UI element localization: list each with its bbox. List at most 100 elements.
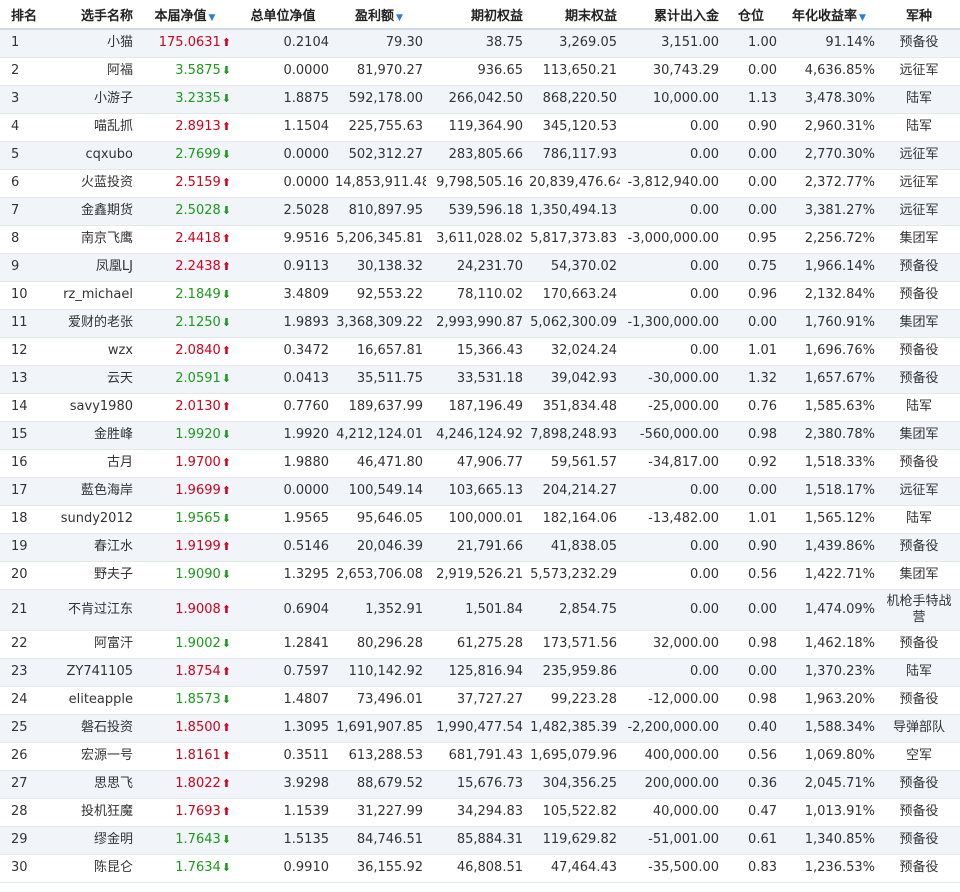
annual-return-cell: 2,960.31%: [780, 113, 878, 142]
player-name-cell[interactable]: 南京飞鹰: [40, 225, 136, 254]
profit-cell: 73,496.01: [332, 686, 426, 715]
player-name-cell[interactable]: 云天: [40, 365, 136, 394]
nav-value: 1.7693: [175, 804, 221, 819]
branch-cell: 预备役: [878, 630, 960, 659]
net-flow-cell: 10,000.00: [620, 85, 722, 114]
player-name-cell[interactable]: 凤凰LJ: [40, 253, 136, 282]
final-equity-cell: 786,117.93: [526, 141, 620, 170]
table-row: 27 思思飞 1.8022⬆ 3.9298 88,679.52 15,676.7…: [0, 770, 960, 799]
nav-value: 1.9699: [175, 483, 221, 498]
annual-return-cell: 1,439.86%: [780, 533, 878, 562]
profit-cell: 225,755.63: [332, 113, 426, 142]
sort-down-triangle-icon[interactable]: ▼: [396, 13, 403, 23]
player-name-cell[interactable]: wzx: [40, 337, 136, 366]
table-row: 28 投机狂魔 1.7693⬆ 1.1539 31,227.99 34,294.…: [0, 798, 960, 827]
table-row: 20 野夫子 1.9090⬇ 1.3295 2,653,706.08 2,919…: [0, 561, 960, 590]
player-name-cell[interactable]: 藍色海岸: [40, 477, 136, 506]
player-name-cell[interactable]: rz_michael: [40, 281, 136, 310]
player-name-cell[interactable]: cqxubo: [40, 141, 136, 170]
red-up-arrow-icon: ⬆: [221, 721, 231, 734]
sort-down-triangle-icon[interactable]: ▼: [859, 13, 866, 23]
annual-return-cell: 1,585.63%: [780, 393, 878, 422]
player-name-cell[interactable]: 古月: [40, 449, 136, 478]
initial-equity-cell: 37,727.27: [426, 686, 526, 715]
red-up-arrow-icon: ⬆: [221, 749, 231, 762]
branch-cell: 预备役: [878, 365, 960, 394]
initial-equity-cell: 681,791.43: [426, 742, 526, 771]
current-nav-cell: 2.8913⬆: [136, 113, 234, 142]
rank-cell: 26: [0, 742, 40, 771]
position-cell: 0.00: [722, 658, 780, 687]
annual-return-cell: 3,478.30%: [780, 85, 878, 114]
player-name-cell[interactable]: 宏源一号: [40, 742, 136, 771]
final-equity-cell: 1,482,385.39: [526, 714, 620, 743]
player-name-cell[interactable]: 春江水: [40, 533, 136, 562]
final-equity-cell: 170,663.24: [526, 281, 620, 310]
final-equity-cell: 39,042.93: [526, 365, 620, 394]
profit-cell: 592,178.00: [332, 85, 426, 114]
player-name-cell[interactable]: 磐石投资: [40, 714, 136, 743]
total-nav-cell: 1.9920: [234, 421, 332, 450]
player-name-cell[interactable]: 陈昆仑: [40, 854, 136, 883]
player-name-cell[interactable]: 投机狂魔: [40, 798, 136, 827]
net-flow-cell: -13,482.00: [620, 505, 722, 534]
col-annual-header[interactable]: 年化收益率 ▼: [780, 0, 878, 30]
table-row: 15 金胜峰 1.9920⬇ 1.9920 4,212,124.01 4,246…: [0, 421, 960, 450]
position-cell: 1.32: [722, 365, 780, 394]
player-name-cell[interactable]: ZY741105: [40, 658, 136, 687]
player-name-cell[interactable]: sundy2012: [40, 505, 136, 534]
table-row: 5 cqxubo 2.7699⬇ 0.0000 502,312.27 283,8…: [0, 141, 960, 170]
annual-return-cell: 2,132.84%: [780, 281, 878, 310]
branch-cell: 预备役: [878, 281, 960, 310]
net-flow-cell: 32,000.00: [620, 630, 722, 659]
net-flow-cell: 400,000.00: [620, 742, 722, 771]
player-name-cell[interactable]: 野夫子: [40, 561, 136, 590]
player-name-cell[interactable]: 思思飞: [40, 770, 136, 799]
rank-cell: 19: [0, 533, 40, 562]
branch-cell: 远征军: [878, 197, 960, 226]
branch-cell: 陆军: [878, 113, 960, 142]
nav-value: 2.5159: [175, 175, 221, 190]
branch-cell: 远征军: [878, 141, 960, 170]
player-name-cell[interactable]: eliteapple: [40, 686, 136, 715]
branch-cell: 预备役: [878, 449, 960, 478]
player-name-cell[interactable]: 不肯过江东: [40, 589, 136, 631]
net-flow-cell: -560,000.00: [620, 421, 722, 450]
branch-cell: 陆军: [878, 393, 960, 422]
player-name-cell[interactable]: 阿富汗: [40, 630, 136, 659]
position-cell: 0.96: [722, 281, 780, 310]
branch-cell: 预备役: [878, 854, 960, 883]
rank-cell: 29: [0, 826, 40, 855]
annual-return-cell: 1,588.34%: [780, 714, 878, 743]
initial-equity-cell: 78,110.02: [426, 281, 526, 310]
annual-return-cell: 2,372.77%: [780, 169, 878, 198]
profit-cell: 35,511.75: [332, 365, 426, 394]
net-flow-cell: 0.00: [620, 253, 722, 282]
player-name-cell[interactable]: 缪金明: [40, 826, 136, 855]
player-name-cell[interactable]: 小猫: [40, 29, 136, 58]
player-name-cell[interactable]: 金鑫期货: [40, 197, 136, 226]
col-nav-header[interactable]: 本届净值 ▼: [136, 0, 234, 30]
net-flow-cell: 40,000.00: [620, 798, 722, 827]
player-name-cell[interactable]: 喵乱抓: [40, 113, 136, 142]
total-nav-cell: 1.5135: [234, 826, 332, 855]
position-cell: 0.92: [722, 449, 780, 478]
profit-cell: 1,691,907.85: [332, 714, 426, 743]
total-nav-cell: 1.9880: [234, 449, 332, 478]
annual-return-cell: 1,657.67%: [780, 365, 878, 394]
player-name-cell[interactable]: 阿福: [40, 57, 136, 86]
current-nav-cell: 1.9199⬆: [136, 533, 234, 562]
rank-cell: 13: [0, 365, 40, 394]
player-name-cell[interactable]: 爱财的老张: [40, 309, 136, 338]
player-name-cell[interactable]: 金胜峰: [40, 421, 136, 450]
sort-down-triangle-icon[interactable]: ▼: [209, 13, 216, 23]
col-profit-header[interactable]: 盈利额 ▼: [332, 0, 426, 30]
branch-cell: 集团军: [878, 561, 960, 590]
player-name-cell[interactable]: 火蓝投资: [40, 169, 136, 198]
player-name-cell[interactable]: savy1980: [40, 393, 136, 422]
green-down-arrow-icon: ⬇: [221, 512, 231, 525]
nav-value: 1.8022: [175, 776, 221, 791]
player-name-cell[interactable]: 小游子: [40, 85, 136, 114]
rank-cell: 14: [0, 393, 40, 422]
rank-cell: 30: [0, 854, 40, 883]
